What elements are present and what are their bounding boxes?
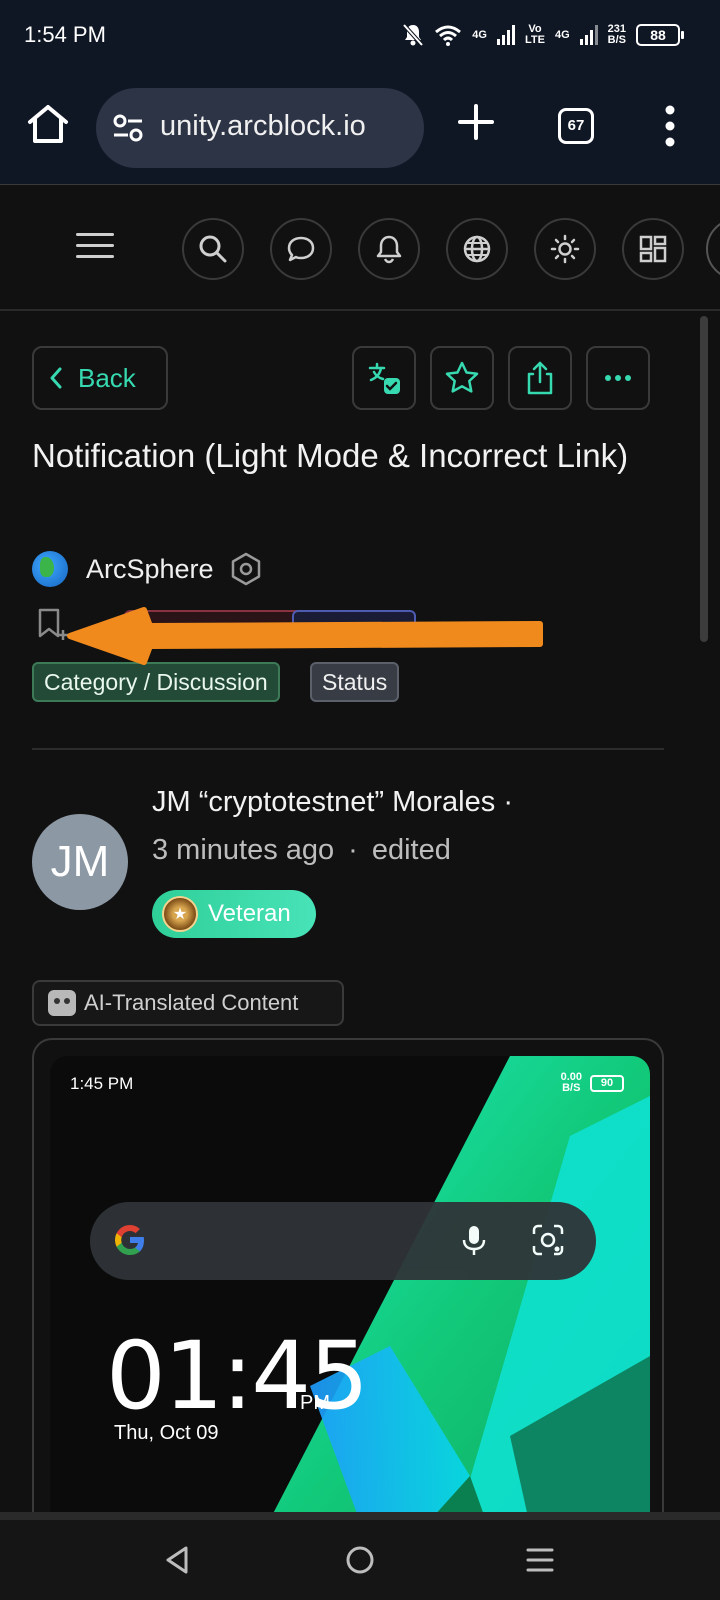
network-type-label-2: 4G [554,28,570,41]
hexagon-badge-icon [231,552,260,586]
notifications-button[interactable] [358,218,420,280]
ai-translated-label: AI-Translated Content [84,990,299,1015]
share-button[interactable] [508,346,572,410]
status-time: 1:54 PM [24,22,106,47]
embedded-net-speed: 0.00 B/S [561,1072,582,1094]
back-button[interactable]: Back [32,346,168,410]
chevron-left-icon [50,367,62,389]
status-icons: 4G Vo LTE 4G 231 B/S 88 [402,20,684,50]
apps-button[interactable] [622,218,684,280]
more-options-button[interactable] [586,346,650,410]
wifi-icon [435,25,462,46]
embedded-speed-unit: B/S [562,1082,581,1094]
browser-toolbar: unity.arcblock.io 67 [0,72,720,184]
menu-icon[interactable] [76,233,114,261]
embedded-screenshot[interactable]: 1:45 PM 0.00 B/S 90 01:45 PM Thu, Oct 09 [50,1056,650,1520]
embedded-time: 1:45 PM [70,1074,134,1093]
translate-icon [368,362,400,394]
globe-emoji-icon [32,551,68,587]
more-vert-icon[interactable] [660,104,680,148]
grid-icon [639,235,667,263]
embedded-clock-suffix: PM [300,1392,330,1414]
battery-icon: 88 [636,24,684,46]
poster-name[interactable]: JM “cryptotestnet” Morales · [152,786,513,819]
url-text: unity.arcblock.io [160,110,366,142]
search-button[interactable] [182,218,244,280]
sun-icon [550,234,580,264]
chat-bubble-icon [287,236,315,262]
veteran-label: Veteran [208,900,291,927]
post-time: 3 minutes ago [152,834,335,866]
theme-toggle-button[interactable] [534,218,596,280]
scrollbar[interactable] [700,316,708,642]
status-bar: 1:54 PM 4G Vo LTE 4G 231 B/S 88 [0,0,720,72]
embedded-status-icons: 0.00 B/S 90 [561,1072,624,1094]
translate-button[interactable] [352,346,416,410]
more-horiz-icon [605,375,631,381]
address-bar[interactable]: unity.arcblock.io [96,88,424,168]
favorite-button[interactable] [430,346,494,410]
wallpaper-image [50,1056,650,1520]
globe-icon [463,235,491,263]
annotation-arrow [67,607,543,665]
signal-icon-2 [579,25,598,45]
account-button[interactable] [706,218,720,280]
post-image-card[interactable]: 1:45 PM 0.00 B/S 90 01:45 PM Thu, Oct 09 [32,1038,664,1520]
separator-dot: · [348,834,358,866]
google-logo-icon [115,1225,144,1255]
veteran-badge: ★ Veteran [152,890,316,938]
embedded-battery-level: 90 [600,1076,614,1089]
back-label: Back [78,362,136,393]
author-name[interactable]: ArcSphere [86,554,214,585]
net-speed: 231 B/S [608,24,626,46]
signal-icon [496,25,515,45]
site-header [0,185,720,311]
divider [32,748,664,750]
bell-icon [376,235,402,264]
net-speed-unit: B/S [607,34,626,46]
battery-level: 88 [650,27,666,43]
ai-translated-chip: AI-Translated Content [32,980,344,1026]
system-nav-bar [0,1512,720,1600]
web-content: Back Notification (Light Mode & Incorrec… [0,184,720,1520]
post-title: Notification (Light Mode & Incorrect Lin… [32,437,629,474]
network-type-label: 4G [472,28,487,41]
volte-label: Vo LTE [524,23,545,46]
search-icon [199,235,227,263]
post-meta: 3 minutes ago · edited [152,834,451,867]
back-nav-icon[interactable] [162,1544,194,1576]
robot-icon [48,990,76,1016]
embedded-date: Thu, Oct 09 [114,1422,219,1444]
share-icon [527,361,553,395]
embedded-battery-icon: 90 [590,1074,624,1092]
site-settings-icon[interactable] [112,112,144,144]
author-row: ArcSphere [32,544,264,594]
language-button[interactable] [446,218,508,280]
chat-button[interactable] [270,218,332,280]
recents-nav-icon[interactable] [524,1544,556,1576]
bell-muted-icon [402,23,424,47]
camera-lens-icon[interactable] [530,1222,566,1258]
edited-label[interactable]: edited [372,834,451,866]
star-icon [445,361,479,393]
avatar[interactable]: JM [32,814,128,910]
home-icon[interactable] [26,102,70,146]
tab-switcher-button[interactable]: 67 [558,108,594,144]
home-nav-icon[interactable] [344,1544,376,1576]
mic-icon[interactable] [456,1222,492,1258]
google-search-widget[interactable] [90,1202,596,1280]
medal-icon: ★ [162,896,198,932]
new-tab-icon[interactable] [456,102,496,142]
